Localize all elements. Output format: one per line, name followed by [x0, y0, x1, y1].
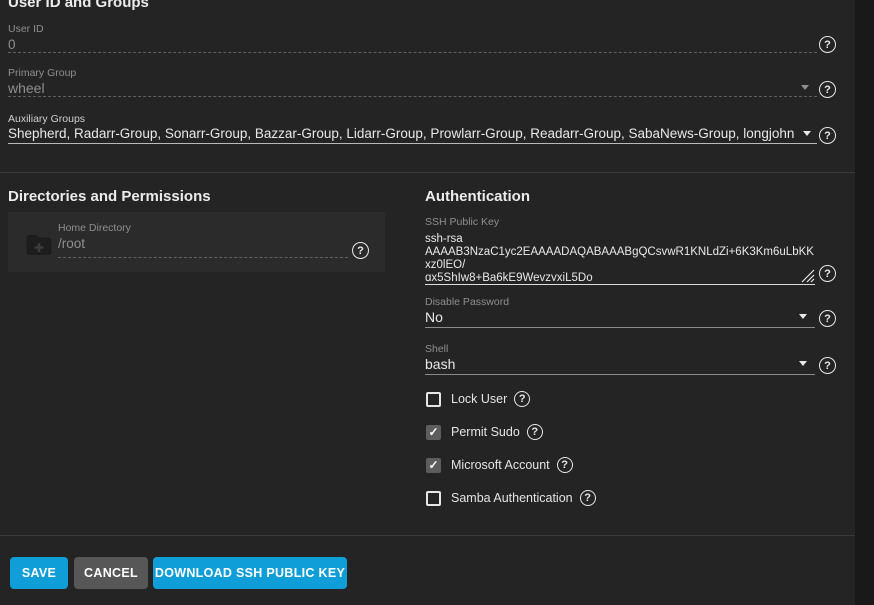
checkbox-label: Samba Authentication — [451, 491, 573, 505]
check-icon: ✓ — [428, 426, 438, 438]
checkbox-label: Lock User — [451, 392, 507, 406]
download-ssh-public-key-button[interactable]: DOWNLOAD SSH PUBLIC KEY — [153, 557, 347, 589]
checkbox-label: Microsoft Account — [451, 458, 550, 472]
primary-group-help-icon[interactable]: ? — [819, 81, 836, 98]
primary-group-label: Primary Group — [8, 67, 76, 79]
microsoft-account-help-icon[interactable]: ? — [557, 457, 573, 473]
disable-password-select[interactable]: No — [425, 309, 443, 325]
checkbox-icon[interactable]: ✓ — [426, 392, 441, 407]
chevron-down-icon — [799, 314, 807, 319]
disable-password-label: Disable Password — [425, 296, 509, 308]
resize-handle-icon[interactable] — [800, 268, 815, 283]
checkbox-permit-sudo[interactable]: ✓ Permit Sudo ? — [426, 424, 543, 440]
section-divider — [0, 172, 855, 173]
ssh-public-key-underline — [425, 284, 815, 285]
checkbox-icon[interactable]: ✓ — [426, 491, 441, 506]
ssh-public-key-help-icon[interactable]: ? — [819, 265, 836, 282]
section-title-authentication: Authentication — [425, 188, 530, 205]
auxiliary-groups-help-icon[interactable]: ? — [819, 127, 836, 144]
edit-user-form: User ID and Groups User ID 0 ? Primary G… — [0, 0, 855, 605]
home-directory-panel: Home Directory /root ? — [8, 212, 385, 272]
footer-divider — [0, 535, 855, 536]
shell-help-icon[interactable]: ? — [819, 357, 836, 374]
primary-group-underline — [8, 96, 817, 97]
checkbox-samba-authentication[interactable]: ✓ Samba Authentication ? — [426, 490, 596, 506]
chevron-down-icon — [803, 131, 811, 136]
auxiliary-groups-select[interactable]: Shepherd, Radarr-Group, Sonarr-Group, Ba… — [8, 126, 794, 141]
disable-password-help-icon[interactable]: ? — [819, 310, 836, 327]
section-title-user-id-and-groups: User ID and Groups — [8, 0, 149, 11]
checkbox-label: Permit Sudo — [451, 425, 520, 439]
auxiliary-groups-label: Auxiliary Groups — [8, 113, 85, 125]
shell-select[interactable]: bash — [425, 356, 455, 372]
chevron-down-icon — [801, 85, 809, 90]
home-directory-field: /root — [58, 236, 85, 251]
lock-user-help-icon[interactable]: ? — [514, 391, 530, 407]
user-id-field: 0 — [8, 37, 16, 52]
user-id-label: User ID — [8, 23, 44, 35]
user-id-underline — [8, 52, 817, 53]
checkbox-lock-user[interactable]: ✓ Lock User ? — [426, 391, 530, 407]
user-id-help-icon[interactable]: ? — [819, 36, 836, 53]
ssh-public-key-label: SSH Public Key — [425, 216, 499, 228]
home-directory-label: Home Directory — [58, 222, 131, 234]
permit-sudo-help-icon[interactable]: ? — [527, 424, 543, 440]
home-directory-underline — [58, 257, 348, 258]
chevron-down-icon — [799, 361, 807, 366]
home-directory-help-icon[interactable]: ? — [352, 242, 369, 259]
checkbox-microsoft-account[interactable]: ✓ Microsoft Account ? — [426, 457, 573, 473]
page: User ID and Groups User ID 0 ? Primary G… — [0, 0, 874, 605]
primary-group-select: wheel — [8, 80, 45, 96]
checkbox-icon[interactable]: ✓ — [426, 458, 441, 473]
save-button[interactable]: SAVE — [10, 557, 68, 589]
disable-password-underline — [425, 327, 815, 328]
samba-authentication-help-icon[interactable]: ? — [580, 490, 596, 506]
ssh-public-key-textarea[interactable]: ssh-rsa AAAAB3NzaC1yc2EAAAADAQABAAABgQCs… — [425, 233, 817, 281]
folder-add-icon[interactable] — [20, 230, 58, 265]
checkbox-icon[interactable]: ✓ — [426, 425, 441, 440]
cancel-button[interactable]: CANCEL — [74, 557, 148, 589]
shell-label: Shell — [425, 343, 448, 355]
shell-underline — [425, 374, 815, 375]
auxiliary-groups-underline — [8, 143, 817, 144]
check-icon: ✓ — [428, 459, 438, 471]
section-title-directories-and-permissions: Directories and Permissions — [8, 188, 211, 205]
